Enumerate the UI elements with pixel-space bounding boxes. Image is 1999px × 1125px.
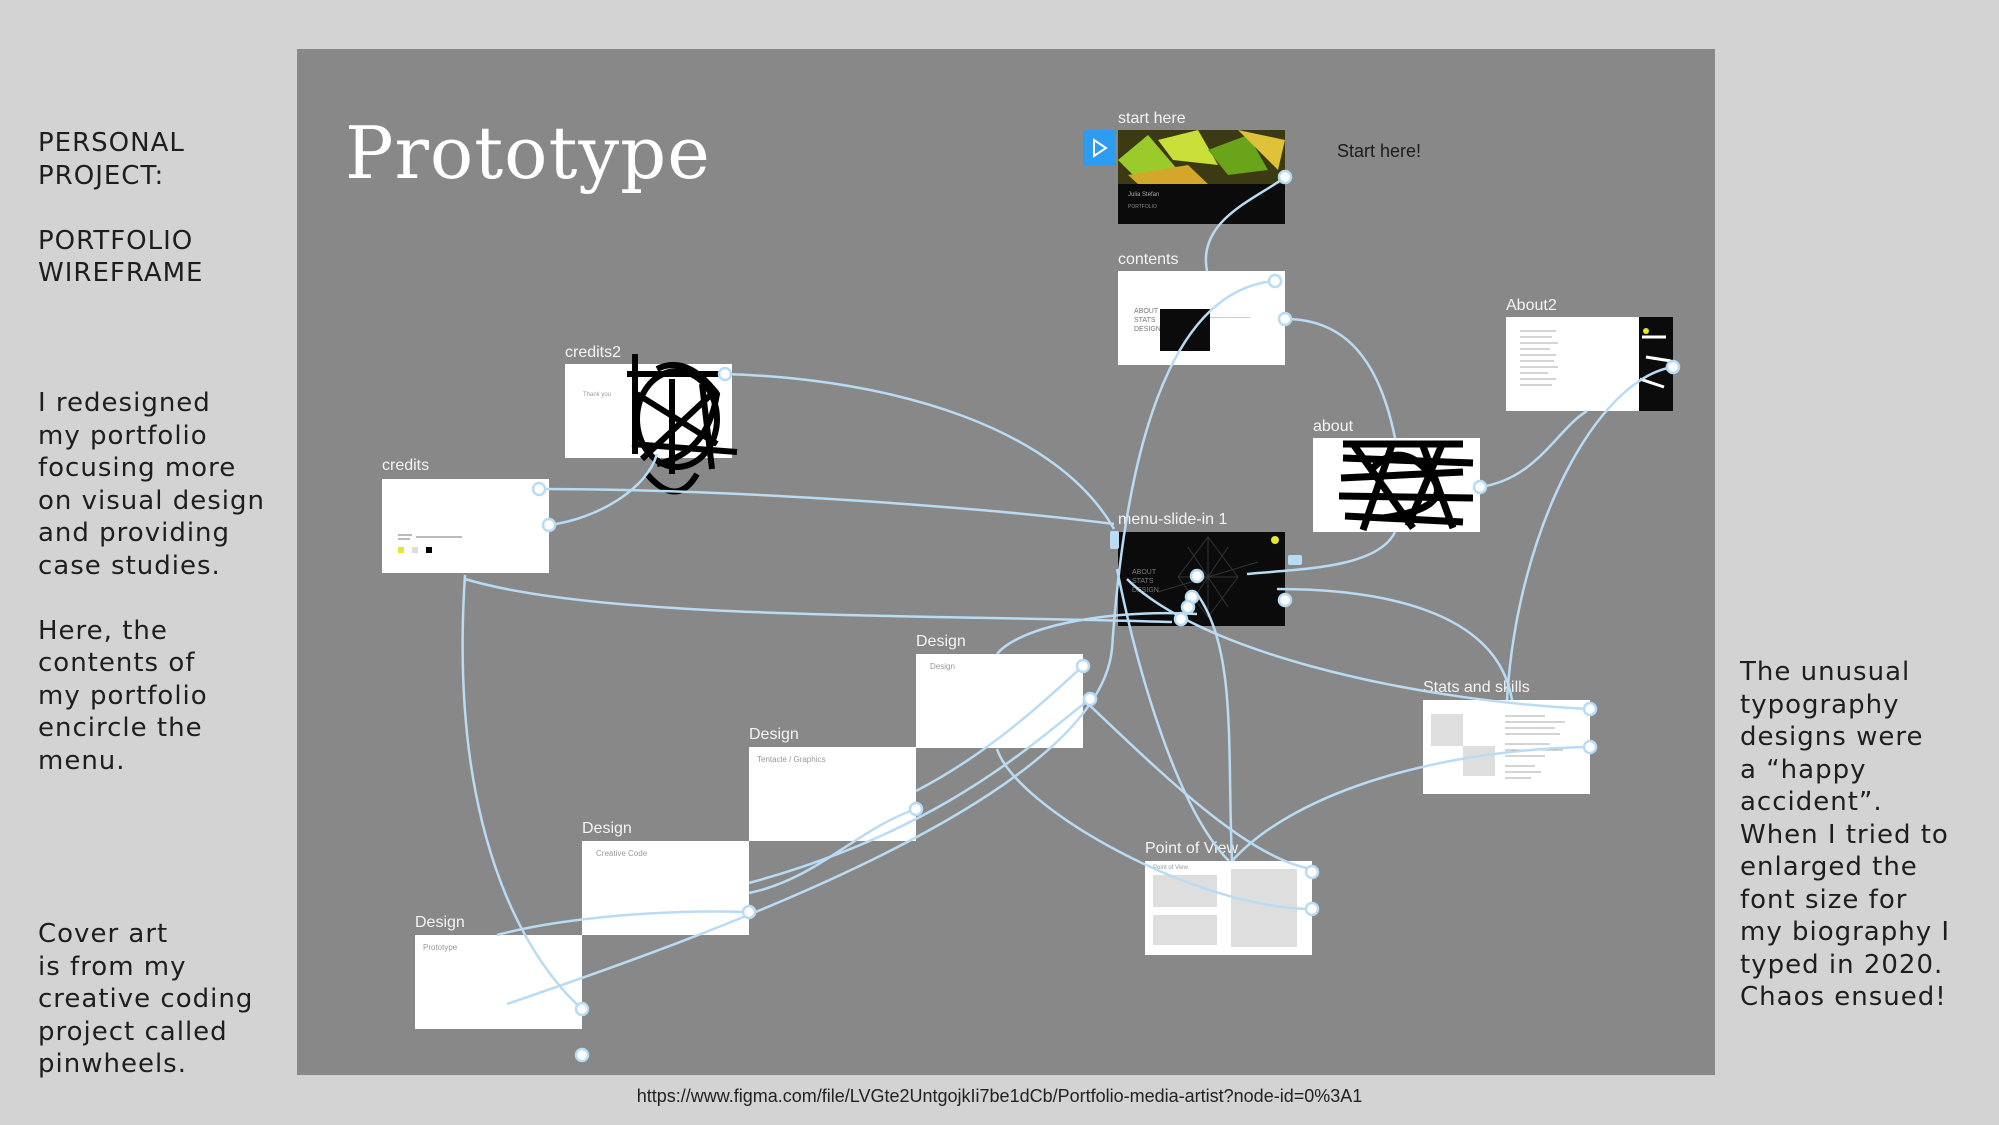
prototype-canvas: Prototype start here Julia Stefan PORTFO… bbox=[297, 49, 1715, 1075]
link-design4-to-credits bbox=[461, 574, 583, 1010]
typography-note: The unusual typography designs were a “h… bbox=[1740, 657, 1951, 1012]
link-design1-to-design2 bbox=[915, 665, 1084, 793]
link-design1-to-design3 bbox=[748, 698, 1091, 885]
menu-hotspot-right bbox=[1288, 555, 1302, 565]
link-design1-to-pov bbox=[995, 748, 1313, 911]
link-menu-to-stats bbox=[1276, 587, 1514, 701]
link-pov-to-design1 bbox=[1082, 698, 1313, 871]
link-about2-to-stats bbox=[1505, 365, 1674, 701]
link-contents-to-about bbox=[1284, 317, 1397, 439]
link-stats-to-pov bbox=[1231, 745, 1591, 862]
link-menu-to-credits bbox=[464, 577, 1173, 624]
menu-hotspot-left bbox=[1110, 531, 1119, 549]
link-menu-to-about bbox=[1246, 531, 1397, 576]
figma-url[interactable]: https://www.figma.com/file/LVGte2Untgojk… bbox=[0, 1086, 1999, 1107]
cover-art-note: Cover art is from my creative coding pro… bbox=[38, 919, 254, 1079]
link-contents-to-menu bbox=[506, 279, 1276, 1006]
project-description: I redesigned my portfolio focusing more … bbox=[38, 388, 265, 776]
link-design3-to-design4 bbox=[496, 910, 750, 937]
project-heading: PERSONAL PROJECT: PORTFOLIO WIREFRAME bbox=[38, 128, 204, 288]
prototype-connections bbox=[461, 169, 1681, 1063]
link-start-to-contents bbox=[1204, 176, 1286, 272]
link-about-to-about2 bbox=[1479, 409, 1588, 489]
